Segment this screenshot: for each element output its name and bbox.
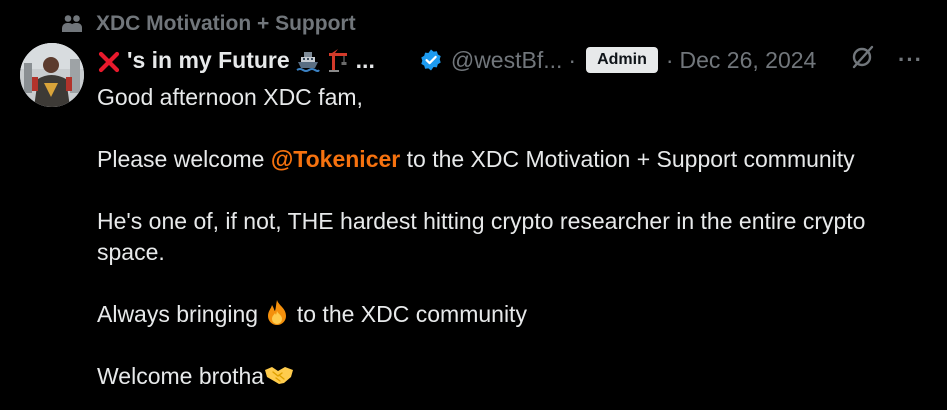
tweet-date[interactable]: Dec 26, 2024 — [680, 47, 817, 74]
ship-emoji — [296, 47, 320, 74]
tweet-header: 's in my Future ... @westBf... · Admin ·… — [97, 42, 937, 78]
tweet-praise: He's one of, if not, THE hardest hitting… — [97, 208, 866, 265]
author-handle[interactable]: @westBf... — [451, 47, 563, 74]
community-context[interactable]: XDC Motivation + Support — [60, 10, 356, 38]
separator: · — [568, 46, 577, 73]
display-name[interactable]: 's in my Future ... — [97, 46, 375, 73]
handshake-emoji — [264, 363, 294, 389]
welcome-text-before: Please welcome — [97, 146, 271, 172]
crane-emoji — [326, 47, 350, 74]
fire-emoji — [264, 300, 290, 327]
bringing-text-before: Always bringing — [97, 301, 265, 327]
tweet-closing-line: Welcome brotha — [97, 361, 932, 392]
grok-icon[interactable] — [850, 44, 876, 76]
display-name-text: 's in my Future — [127, 46, 290, 73]
welcome-text-after: to the XDC Motivation + Support communit… — [400, 146, 855, 172]
admin-badge: Admin — [586, 47, 658, 73]
tweet-welcome-line: Please welcome @Tokenicer to the XDC Mot… — [97, 144, 932, 175]
header-actions: ··· — [850, 44, 937, 76]
bringing-text-after: to the XDC community — [290, 301, 527, 327]
closing-text: Welcome brotha — [97, 363, 265, 389]
verified-badge-icon[interactable] — [419, 48, 443, 72]
display-name-ellipsis: ... — [355, 46, 375, 73]
mention-link[interactable]: @Tokenicer — [271, 146, 400, 172]
tweet-greeting: Good afternoon XDC fam, — [97, 84, 363, 110]
community-icon — [60, 12, 84, 36]
avatar[interactable] — [20, 43, 84, 107]
red-x-emoji — [97, 46, 121, 73]
community-name[interactable]: XDC Motivation + Support — [96, 12, 356, 36]
tweet-bringing-line: Always bringing to the XDC community — [97, 299, 932, 330]
more-options-icon[interactable]: ··· — [898, 47, 923, 73]
tweet-text: Good afternoon XDC fam, Please welcome @… — [97, 82, 932, 392]
separator: · — [665, 46, 674, 73]
